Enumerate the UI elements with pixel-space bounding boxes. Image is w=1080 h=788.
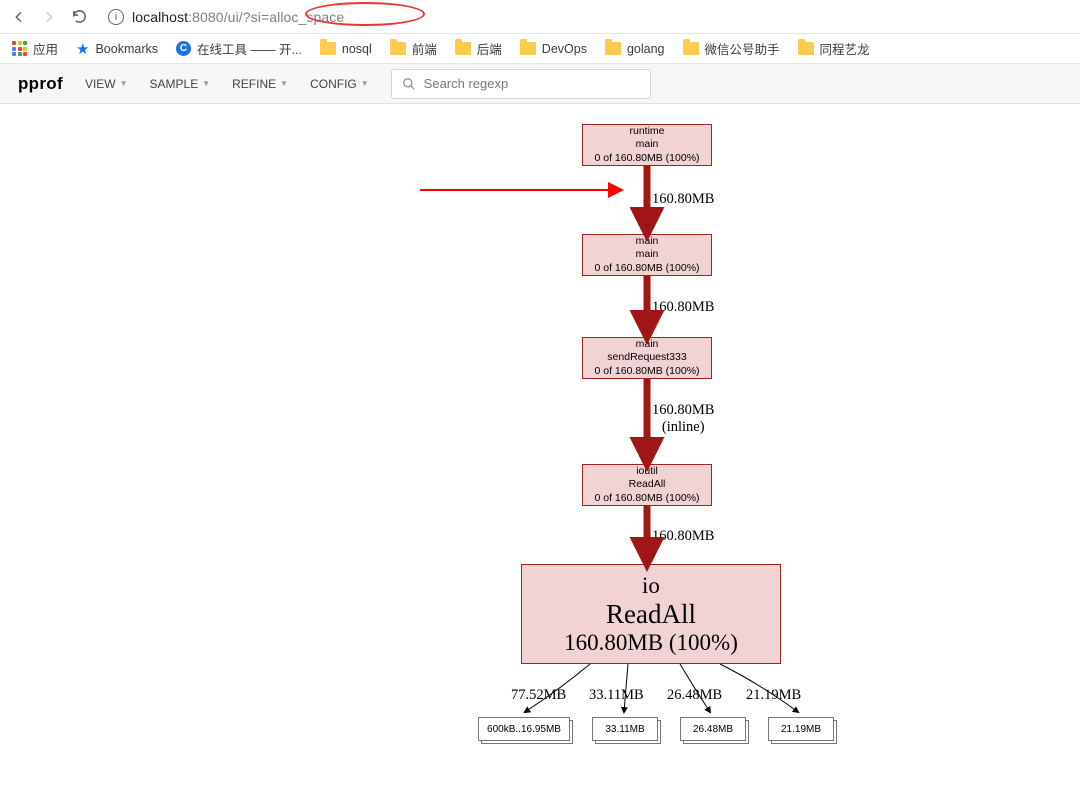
folder-icon <box>455 42 471 55</box>
edge-label: 21.19MB <box>746 687 801 704</box>
edge-label: 160.80MB <box>652 528 714 545</box>
reload-icon[interactable] <box>70 8 88 25</box>
site-info-icon[interactable]: i <box>108 9 124 25</box>
leaf-node[interactable]: 600kB..16.95MB <box>476 715 568 739</box>
folder-icon <box>320 42 336 55</box>
folder-icon <box>520 42 536 55</box>
pprof-logo: pprof <box>18 74 63 94</box>
bookmark-folder[interactable]: DevOps <box>520 42 587 56</box>
apps-button[interactable]: 应用 <box>12 39 58 58</box>
bookmark-folder[interactable]: 前端 <box>390 39 437 58</box>
pprof-header: pprof VIEW▼ SAMPLE▼ REFINE▼ CONFIG▼ Sear… <box>0 64 1080 104</box>
bookmark-bar: 应用 ★ Bookmarks C 在线工具 —— 开... nosql 前端 后… <box>0 34 1080 64</box>
node-io-ReadAll[interactable]: io ReadAll 160.80MB (100%) <box>521 564 781 664</box>
bookmark-folder[interactable]: nosql <box>320 42 372 56</box>
edge-label: 77.52MB <box>511 687 566 704</box>
bookmark-online-tools[interactable]: C 在线工具 —— 开... <box>176 39 302 58</box>
folder-icon <box>683 42 699 55</box>
leaf-node[interactable]: 21.19MB <box>766 715 832 739</box>
bookmark-folder[interactable]: 微信公号助手 <box>683 39 780 58</box>
edge-label: 33.11MB <box>589 687 644 704</box>
chevron-down-icon: ▼ <box>202 79 210 88</box>
apps-icon <box>12 41 27 56</box>
edge-label: 160.80MB (inline) <box>652 402 714 436</box>
menu-sample[interactable]: SAMPLE▼ <box>150 77 211 91</box>
address-bar[interactable]: i localhost:8080/ui/?si=alloc_space <box>100 3 1070 31</box>
menu-refine[interactable]: REFINE▼ <box>232 77 288 91</box>
browser-nav-bar: i localhost:8080/ui/?si=alloc_space <box>0 0 1080 34</box>
bookmark-folder[interactable]: 后端 <box>455 39 502 58</box>
menu-config[interactable]: CONFIG▼ <box>310 77 369 91</box>
star-icon: ★ <box>76 40 89 58</box>
search-icon <box>402 77 416 91</box>
site-icon: C <box>176 41 191 56</box>
search-placeholder: Search regexp <box>424 76 509 91</box>
edge-label: 160.80MB <box>652 299 714 316</box>
node-main-main[interactable]: main main 0 of 160.80MB (100%) <box>582 234 712 276</box>
node-main-sendRequest333[interactable]: main sendRequest333 0 of 160.80MB (100%) <box>582 337 712 379</box>
menu-view[interactable]: VIEW▼ <box>85 77 128 91</box>
chevron-down-icon: ▼ <box>280 79 288 88</box>
node-ioutil-ReadAll[interactable]: ioutil ReadAll 0 of 160.80MB (100%) <box>582 464 712 506</box>
flame-graph[interactable]: runtime main 0 of 160.80MB (100%) main m… <box>0 104 1080 788</box>
back-icon[interactable] <box>10 9 28 25</box>
forward-icon[interactable] <box>40 9 58 25</box>
edge-label: 160.80MB <box>652 191 714 208</box>
edge-label: 26.48MB <box>667 687 722 704</box>
folder-icon <box>390 42 406 55</box>
leaf-node[interactable]: 26.48MB <box>678 715 744 739</box>
bookmark-folder[interactable]: golang <box>605 42 665 56</box>
folder-icon <box>798 42 814 55</box>
bookmark-bookmarks[interactable]: ★ Bookmarks <box>76 40 158 58</box>
folder-icon <box>605 42 621 55</box>
node-runtime-main[interactable]: runtime main 0 of 160.80MB (100%) <box>582 124 712 166</box>
bookmark-folder[interactable]: 同程艺龙 <box>798 39 870 58</box>
search-input[interactable]: Search regexp <box>391 69 651 99</box>
chevron-down-icon: ▼ <box>361 79 369 88</box>
leaf-node[interactable]: 33.11MB <box>590 715 656 739</box>
url-text: localhost:8080/ui/?si=alloc_space <box>132 9 344 25</box>
edge-arrows <box>0 104 1080 788</box>
chevron-down-icon: ▼ <box>120 79 128 88</box>
